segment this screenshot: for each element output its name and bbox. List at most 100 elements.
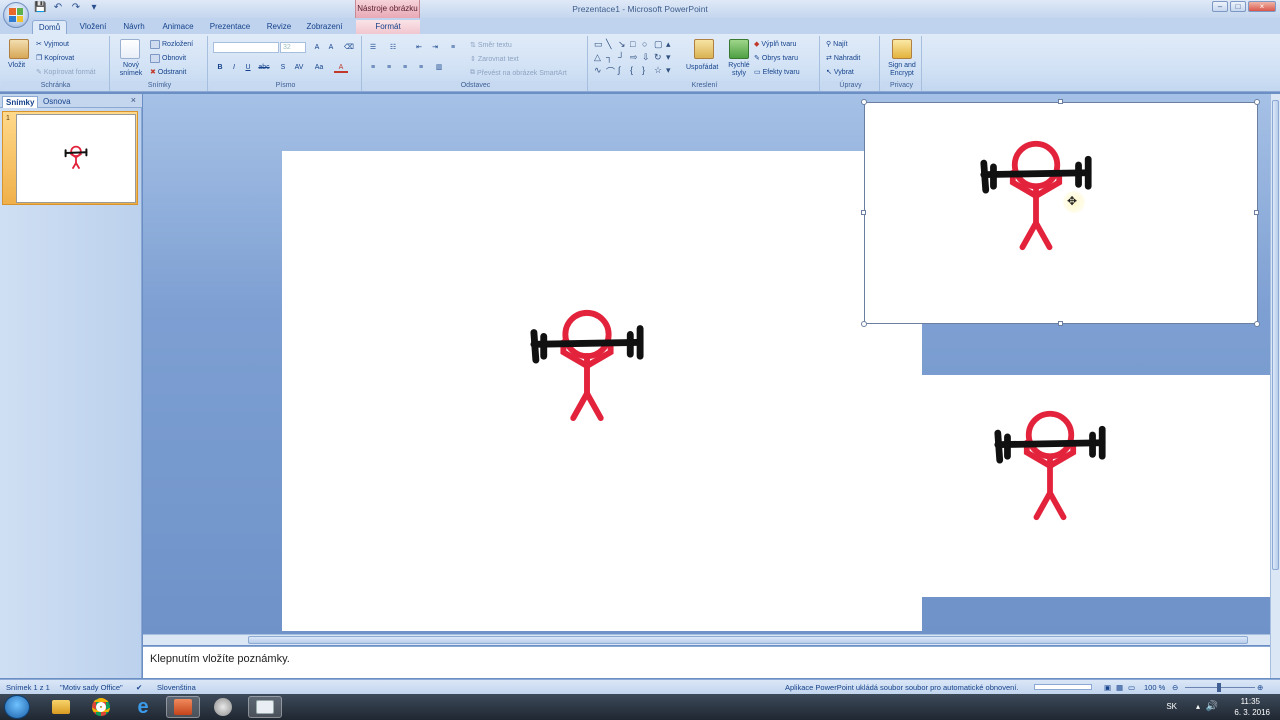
- tab-outline-pane[interactable]: Osnova: [40, 96, 74, 108]
- resize-handle-top[interactable]: [1058, 99, 1063, 104]
- slide-thumbnail[interactable]: 1: [2, 111, 138, 205]
- font-size-field[interactable]: 32: [280, 42, 306, 53]
- columns-icon[interactable]: ▥: [432, 62, 446, 73]
- star-shape-icon[interactable]: ☆: [654, 65, 665, 78]
- vertical-scrollbar[interactable]: [1270, 94, 1280, 678]
- shadow-button[interactable]: S: [276, 62, 290, 73]
- bracket-left-icon[interactable]: {: [630, 65, 641, 78]
- tab-animations[interactable]: Animace: [157, 20, 199, 34]
- find-button[interactable]: ⚲ Najít: [826, 40, 848, 49]
- shrink-font-button[interactable]: A: [324, 42, 338, 53]
- line-spacing-icon[interactable]: ≡: [446, 42, 460, 53]
- smartart-button[interactable]: ⧉ Převést na obrázek SmartArt: [470, 69, 567, 77]
- close-pane-icon[interactable]: ×: [131, 95, 136, 105]
- resize-handle-right[interactable]: [1254, 210, 1259, 215]
- curve-shape-icon[interactable]: ∫: [618, 65, 629, 78]
- resize-handle-top-left[interactable]: [861, 99, 867, 105]
- resize-handle-bottom-left[interactable]: [861, 321, 867, 327]
- minimize-button[interactable]: –: [1212, 1, 1228, 12]
- tab-home[interactable]: Domů: [32, 20, 67, 34]
- reset-button[interactable]: Obnovit: [150, 54, 186, 63]
- select-button[interactable]: ↖ Vybrat: [826, 68, 854, 77]
- arrow-line-shape-icon[interactable]: ↘: [618, 39, 629, 50]
- rectangle-shape-icon[interactable]: □: [630, 39, 641, 50]
- arrange-button[interactable]: Uspořádat: [686, 64, 718, 71]
- resize-handle-top-right[interactable]: [1254, 99, 1260, 105]
- start-button[interactable]: [4, 695, 30, 719]
- zoom-level[interactable]: 100 %: [1144, 683, 1165, 692]
- decrease-indent-icon[interactable]: ⇤: [412, 42, 426, 53]
- resize-handle-bottom[interactable]: [1058, 321, 1063, 326]
- numbering-icon[interactable]: ☷: [386, 42, 400, 53]
- tab-slides-pane[interactable]: Snímky: [2, 96, 39, 108]
- spellcheck-icon[interactable]: ✔: [136, 683, 142, 692]
- text-direction-button[interactable]: ⇅ Směr textu: [470, 41, 512, 50]
- taskbar-ie[interactable]: e: [126, 696, 160, 718]
- delete-slide-button[interactable]: ✖ Odstranit: [150, 68, 186, 77]
- slide-canvas[interactable]: [282, 151, 922, 631]
- font-color-button[interactable]: A: [334, 62, 348, 73]
- taskbar-app[interactable]: [206, 696, 240, 718]
- format-painter-button[interactable]: ✎ Kopírovat formát: [36, 68, 96, 77]
- weightlifter-image-center[interactable]: [528, 303, 646, 425]
- gallery-expand-icon[interactable]: ▾: [666, 65, 677, 78]
- shape-effects-button[interactable]: ▭ Efekty tvaru: [754, 68, 800, 77]
- right-arrow-shape-icon[interactable]: ⇨: [630, 52, 641, 63]
- triangle-shape-icon[interactable]: △: [594, 52, 605, 63]
- zoom-out-icon[interactable]: ⊖: [1172, 683, 1178, 692]
- scroll-down-icon[interactable]: ▾: [666, 52, 677, 63]
- tab-insert[interactable]: Vložení: [74, 20, 112, 34]
- taskbar-explorer[interactable]: [44, 696, 78, 718]
- rounded-rect-shape-icon[interactable]: ▢: [654, 39, 665, 50]
- bullets-icon[interactable]: ☰: [366, 42, 380, 53]
- tab-review[interactable]: Revize: [262, 20, 296, 34]
- tray-expand-icon[interactable]: ▴: [1196, 702, 1200, 711]
- freeform-shape-icon[interactable]: ∿: [594, 65, 605, 78]
- sign-encrypt-button[interactable]: Sign and Encrypt: [884, 62, 920, 78]
- strikethrough-button[interactable]: abc: [257, 62, 271, 73]
- copy-button[interactable]: ❐ Kopírovat: [36, 54, 74, 63]
- selected-image[interactable]: ✥: [864, 102, 1258, 324]
- justify-icon[interactable]: ≡: [414, 62, 428, 73]
- tab-format[interactable]: Formát: [356, 20, 420, 34]
- tab-slideshow[interactable]: Prezentace: [205, 20, 255, 34]
- tab-view[interactable]: Zobrazení: [302, 20, 347, 34]
- layout-button[interactable]: Rozložení: [150, 40, 193, 49]
- volume-icon[interactable]: 🔊: [1206, 701, 1218, 712]
- horizontal-scrollbar[interactable]: [143, 634, 1270, 645]
- quick-styles-button[interactable]: Rychlé styly: [726, 62, 752, 78]
- grow-font-button[interactable]: A: [310, 42, 324, 53]
- align-center-icon[interactable]: ≡: [382, 62, 396, 73]
- taskbar-recorder[interactable]: [248, 696, 282, 718]
- bracket-right-icon[interactable]: }: [642, 65, 653, 78]
- change-case-button[interactable]: Aa: [312, 62, 326, 73]
- line-shape-icon[interactable]: ╲: [606, 39, 617, 50]
- char-spacing-button[interactable]: AV: [292, 62, 306, 73]
- shape-outline-button[interactable]: ✎ Obrys tvaru: [754, 54, 798, 63]
- italic-button[interactable]: I: [227, 62, 241, 73]
- notes-pane[interactable]: Klepnutím vložíte poznámky.: [143, 646, 1270, 678]
- tab-design[interactable]: Návrh: [118, 20, 150, 34]
- clock-time[interactable]: 11:35: [1241, 697, 1260, 706]
- horizontal-scroll-thumb[interactable]: [248, 636, 1248, 644]
- cut-button[interactable]: ✂ Vyjmout: [36, 40, 69, 49]
- increase-indent-icon[interactable]: ⇥: [428, 42, 442, 53]
- align-left-icon[interactable]: ≡: [366, 62, 380, 73]
- underline-button[interactable]: U: [241, 62, 255, 73]
- font-name-field[interactable]: [213, 42, 279, 53]
- new-slide-button[interactable]: Nový snímek: [116, 62, 146, 78]
- paste-button[interactable]: Vložit: [8, 62, 25, 69]
- vertical-scroll-thumb[interactable]: [1272, 100, 1279, 570]
- align-right-icon[interactable]: ≡: [398, 62, 412, 73]
- circle-arrow-shape-icon[interactable]: ↻: [654, 52, 665, 63]
- resize-handle-bottom-right[interactable]: [1254, 321, 1260, 327]
- close-button[interactable]: ×: [1248, 1, 1276, 12]
- resize-handle-left[interactable]: [861, 210, 866, 215]
- taskbar-chrome[interactable]: [84, 696, 118, 718]
- slideshow-icon[interactable]: ▭: [1128, 683, 1135, 692]
- maximize-button[interactable]: □: [1230, 1, 1246, 12]
- elbow-connector-icon[interactable]: ┐: [606, 52, 617, 63]
- elbow-arrow-icon[interactable]: ┘: [618, 52, 629, 63]
- taskbar-powerpoint[interactable]: [166, 696, 200, 718]
- language-indicator[interactable]: SK: [1166, 702, 1177, 711]
